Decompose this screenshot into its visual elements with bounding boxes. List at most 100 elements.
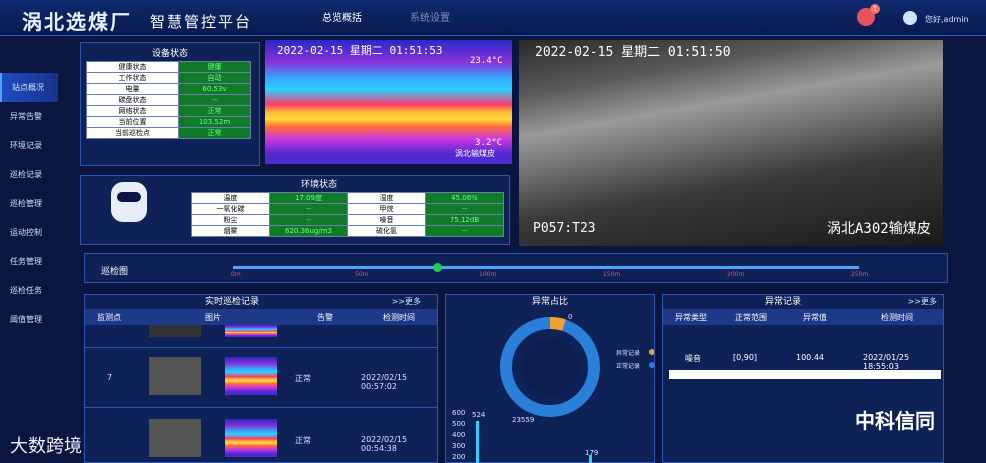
env-key: 一氧化碳 <box>191 203 270 215</box>
sidebar-item-env[interactable]: 环境记录 <box>0 131 58 160</box>
device-key: 碳盘状态 <box>86 94 179 106</box>
env-key: 湿度 <box>347 192 426 204</box>
row2-alarm: 正常 <box>295 436 311 445</box>
nav-settings[interactable]: 系统设置 <box>410 9 450 24</box>
col-time: 检测时间 <box>383 313 415 322</box>
belt-label: 涡北A302输煤皮 <box>827 221 931 237</box>
env-row: 烟雾 620.36ug/m3 硫化氢 -- <box>191 225 504 237</box>
abn-time: 2022/01/25 18:55:03 <box>863 353 910 371</box>
env-value: -- <box>269 214 348 226</box>
realtime-title: 实时巡检记录 <box>205 297 260 307</box>
device-value: 正常 <box>178 127 251 139</box>
col-value: 异常值 <box>803 313 827 322</box>
brand-title: 涡北选煤厂 <box>22 10 132 34</box>
sidebar-item-patrol-manage[interactable]: 巡检管理 <box>0 189 58 218</box>
thumb-thermal[interactable] <box>225 357 277 395</box>
bar-1-label: 524 <box>472 411 486 419</box>
env-key: 粉尘 <box>191 214 270 226</box>
belt-timestamp: 2022-02-15 星期二 01:51:50 <box>535 45 731 60</box>
patrol-line <box>233 266 859 269</box>
sidebar-item-patrol-task[interactable]: 巡检任务 <box>0 276 58 305</box>
env-row: 一氧化碳 -- 甲烷 -- <box>191 203 504 215</box>
h-scrollbar[interactable] <box>669 370 941 379</box>
robot-position-marker[interactable] <box>433 263 442 272</box>
realtime-more-link[interactable]: >>更多 <box>392 296 421 307</box>
device-key: 网络状态 <box>86 105 179 117</box>
sidebar-item-overview[interactable]: 站点概况 <box>0 73 58 102</box>
device-row: 工作状态 自动 <box>86 72 251 84</box>
device-value: 60.53v <box>178 83 251 95</box>
row2-time: 2022/02/15 00:54:38 <box>361 435 408 453</box>
legend-normal-dot <box>649 362 654 368</box>
device-key: 电量 <box>86 83 179 95</box>
thumb-belt[interactable] <box>149 357 201 395</box>
device-key: 工作状态 <box>86 72 179 84</box>
patrol-tick: 50m <box>355 271 369 278</box>
sidebar: 站点概况 异常告警 环境记录 巡检记录 巡检管理 运动控制 任务管理 巡检任务 … <box>0 73 58 334</box>
watermark-left: 大数跨境 <box>10 436 82 457</box>
device-row: 碳盘状态 -- <box>86 94 251 106</box>
env-value: 17.09度 <box>269 192 348 204</box>
alarm-bell-icon[interactable]: 1 <box>857 4 880 26</box>
device-value: 自动 <box>178 72 251 84</box>
abnormal-record-panel: 异常记录 >>更多 异常类型 正常范围 异常值 检测时间 噪音 [0,90] 1… <box>662 294 944 463</box>
thumb-belt[interactable] <box>149 325 201 337</box>
device-row: 健康状态 健康 <box>86 61 251 73</box>
thermal-temp-min: 3.2°C <box>475 138 503 148</box>
env-status-panel: 环境状态 温度 17.09度 湿度 45.06% 一氧化碳 -- 甲烷 -- 粉尘 -- 噪音 75.… <box>80 175 510 245</box>
device-status-title: 设备状态 <box>151 49 188 59</box>
row1-alarm: 正常 <box>295 374 311 383</box>
sidebar-item-patrol-record[interactable]: 巡检记录 <box>0 160 58 189</box>
ratio-top-label: 0 <box>568 313 573 321</box>
realtime-patrol-panel: 实时巡检记录 >>更多 监测点 图片 告警 检测时间 7 正常 2022/02/… <box>84 294 438 463</box>
env-row: 温度 17.09度 湿度 45.06% <box>191 192 504 204</box>
env-key: 噪音 <box>347 214 426 226</box>
sidebar-item-threshold[interactable]: 阈值管理 <box>0 305 58 334</box>
device-key: 当前位置 <box>86 116 179 128</box>
belt-camera-feed[interactable]: 2022-02-15 星期二 01:51:50 P057:T23 涡北A302输… <box>519 40 943 246</box>
ratio-bottom-label: 23559 <box>512 416 535 424</box>
patrol-track[interactable]: 巡检图 0m 50m 100m 150m 200m 250m <box>84 253 948 283</box>
device-row: 当前位置 103.52m <box>86 116 251 128</box>
device-value: 正常 <box>178 105 251 117</box>
device-value: 健康 <box>178 61 251 73</box>
patrol-tick: 250m <box>851 271 869 278</box>
thumb-belt[interactable] <box>149 419 201 457</box>
env-key: 温度 <box>191 192 270 204</box>
top-bar: 涡北选煤厂 智慧管控平台 总览概括 系统设置 1 您好,admin <box>0 0 986 36</box>
row-divider <box>85 347 437 348</box>
sidebar-item-task[interactable]: 任务管理 <box>0 247 58 276</box>
thermal-timestamp: 2022-02-15 星期二 01:51:53 <box>277 44 443 57</box>
watermark-right: 中科信同 <box>855 409 935 433</box>
env-row: 粉尘 -- 噪音 75.12dB <box>191 214 504 226</box>
env-key: 甲烷 <box>347 203 426 215</box>
thumb-thermal[interactable] <box>225 419 277 457</box>
env-key: 烟雾 <box>191 225 270 237</box>
sidebar-item-alarm[interactable]: 异常告警 <box>0 102 58 131</box>
col-time: 检测时间 <box>881 313 913 322</box>
abn-range: [0,90] <box>733 353 758 362</box>
col-range: 正常范围 <box>735 313 767 322</box>
device-key: 健康状态 <box>86 61 179 73</box>
col-type: 异常类型 <box>675 313 707 322</box>
patrol-tick: 0m <box>231 271 241 278</box>
alarm-badge: 1 <box>870 4 880 14</box>
robot-icon <box>111 182 147 222</box>
legend-abnormal: 异常记录 <box>616 350 641 357</box>
user-name[interactable]: 您好,admin <box>925 14 969 25</box>
thermal-camera-feed[interactable]: 2022-02-15 星期二 01:51:53 23.4°C 3.2°C 涡北输… <box>265 40 512 164</box>
sidebar-item-motion[interactable]: 运动控制 <box>0 218 58 247</box>
device-status-panel: 设备状态 健康状态 健康 工作状态 自动 电量 60.53v 碳盘状态 -- 网络状态 正常 当前位… <box>80 42 260 166</box>
user-avatar-icon[interactable] <box>903 11 917 25</box>
bar-2-label: 179 <box>585 449 599 457</box>
patrol-tick: 200m <box>727 271 745 278</box>
abn-header: 异常类型 正常范围 异常值 检测时间 <box>663 309 943 325</box>
patrol-tick: 100m <box>479 271 497 278</box>
nav-overview[interactable]: 总览概括 <box>322 9 362 24</box>
belt-code: P057:T23 <box>533 221 596 236</box>
abn-more-link[interactable]: >>更多 <box>908 296 937 307</box>
thumb-thermal[interactable] <box>225 325 277 337</box>
ratio-chart <box>476 317 654 463</box>
row1-point: 7 <box>107 373 113 382</box>
col-point: 监测点 <box>97 313 121 322</box>
